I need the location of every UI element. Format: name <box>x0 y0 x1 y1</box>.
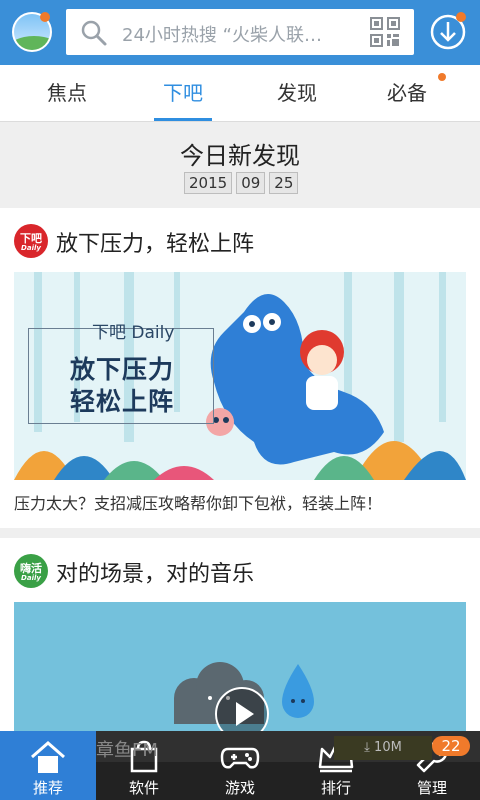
banner-illustration <box>14 602 466 731</box>
article-title: 对的场景，对的音乐 <box>56 562 255 587</box>
banner-headline-1: 放下压力 <box>70 355 175 384</box>
date-month: 09 <box>236 172 266 194</box>
avatar-notification-dot <box>40 12 50 22</box>
nav-manage-label: 管理 <box>416 779 447 797</box>
section-date: 2015 09 25 <box>184 172 299 194</box>
section-title: 今日新发现 <box>180 142 300 170</box>
download-notification-dot <box>456 12 466 22</box>
article-card[interactable]: 嗨活 Daily 对的场景，对的音乐 <box>0 538 480 731</box>
nav-recommend[interactable]: 推荐 <box>0 731 96 800</box>
top-bar: 24小时热搜 “火柴人联… <box>0 0 480 65</box>
nav-games[interactable]: 游戏 <box>192 731 288 800</box>
date-day: 25 <box>269 172 299 194</box>
tab-discover[interactable]: 发现 <box>252 65 342 121</box>
article-banner[interactable]: 下吧 Daily 放下压力 轻松上阵 <box>14 272 466 480</box>
gamepad-icon <box>220 747 260 769</box>
tab-active-indicator <box>154 118 212 121</box>
search-icon <box>81 20 107 46</box>
tab-essentials-dot <box>438 73 446 81</box>
search-box[interactable]: 24小时热搜 “火柴人联… <box>66 9 414 55</box>
date-year: 2015 <box>184 172 233 194</box>
manage-count-badge: 22 <box>432 736 470 756</box>
nav-ranking-label: 排行 <box>320 779 351 797</box>
banner-headline-2: 轻松上阵 <box>70 387 175 416</box>
article-title: 放下压力，轻松上阵 <box>56 232 255 257</box>
banner-tag: 下吧 Daily <box>92 323 175 343</box>
nav-software-label: 软件 <box>128 779 159 797</box>
huohuo-daily-logo: 嗨活 Daily <box>14 554 48 588</box>
search-placeholder: 24小时热搜 “火柴人联… <box>122 25 322 46</box>
xiaba-daily-logo: 下吧 Daily <box>14 224 48 258</box>
home-icon <box>31 741 65 773</box>
article-card[interactable]: 下吧 Daily 放下压力，轻松上阵 下吧 Daily 放下压力 轻松上阵 压力… <box>0 208 480 528</box>
tab-xiaba[interactable]: 下吧 <box>138 65 228 121</box>
tab-bar: 焦点 下吧 发现 必备 <box>0 65 480 122</box>
article-caption: 压力太大？支招减压攻略帮你卸下包袱，轻装上阵！ <box>14 494 383 513</box>
nav-games-label: 游戏 <box>224 779 255 797</box>
peek-app-name: 章鱼FM <box>96 740 158 761</box>
nav-recommend-label: 推荐 <box>32 779 63 797</box>
qr-scan-icon[interactable] <box>370 17 400 47</box>
article-banner[interactable] <box>14 602 466 731</box>
tab-focus[interactable]: 焦点 <box>22 65 112 121</box>
peek-download-button[interactable]: ⤓ 10M <box>334 736 432 760</box>
